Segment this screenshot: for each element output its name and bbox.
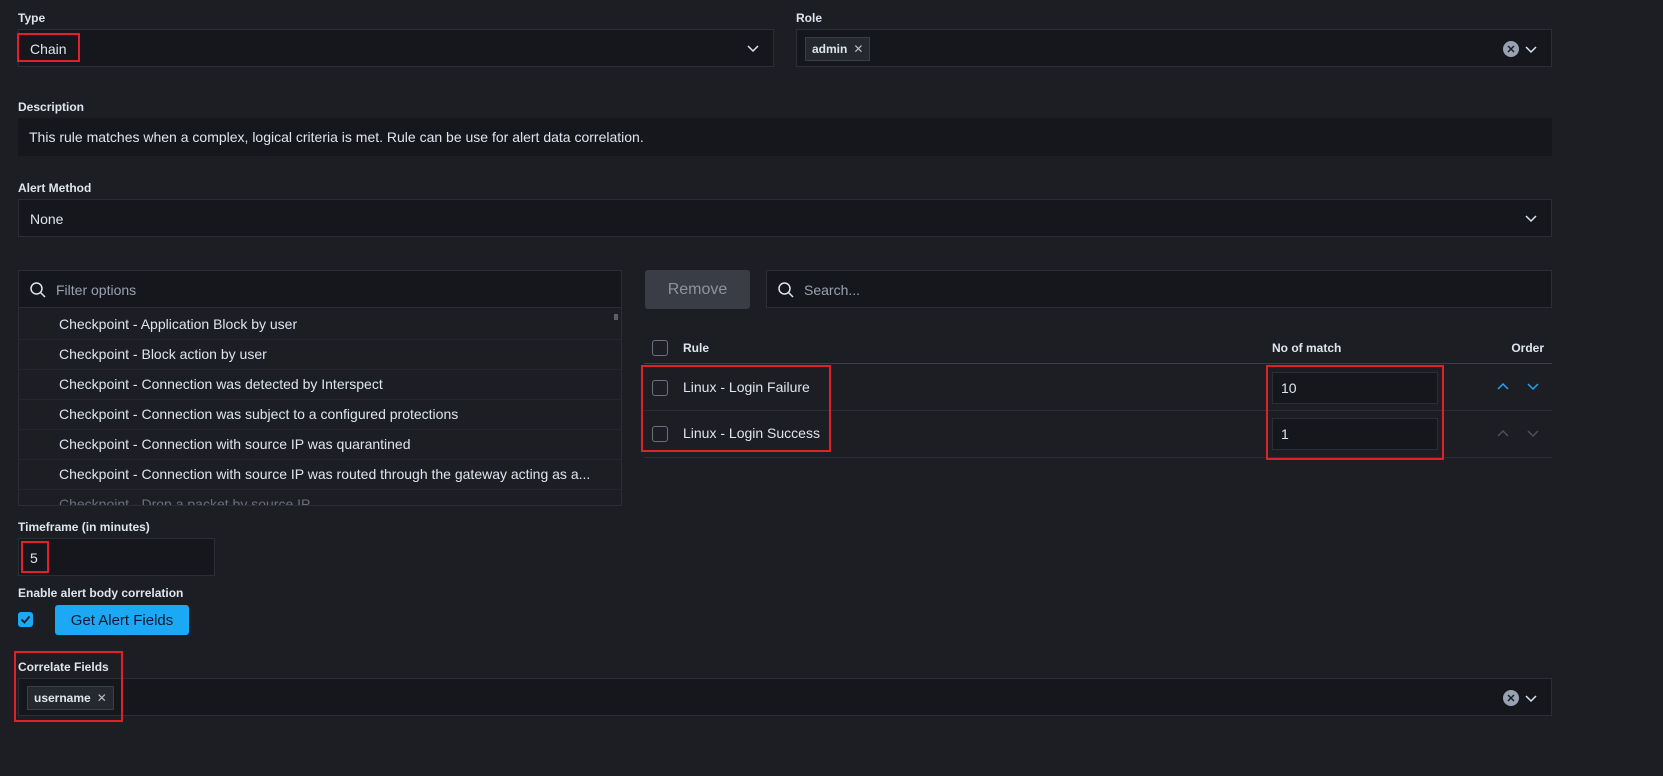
rule-column-header: Rule bbox=[683, 341, 710, 355]
description-field[interactable]: This rule matches when a complex, logica… bbox=[18, 118, 1552, 156]
remove-tag-icon[interactable]: ✕ bbox=[97, 691, 107, 705]
filter-input[interactable]: Filter options bbox=[18, 270, 622, 308]
chevron-down-icon bbox=[1525, 215, 1537, 223]
list-item[interactable]: Checkpoint - Connection with source IP w… bbox=[19, 428, 621, 460]
list-item[interactable]: Checkpoint - Connection was detected by … bbox=[19, 368, 621, 400]
correlate-tag-label: username bbox=[34, 691, 91, 705]
match-count-input[interactable]: 1 bbox=[1272, 418, 1438, 450]
order-column-header: Order bbox=[1511, 341, 1544, 355]
timeframe-input[interactable]: 5 bbox=[18, 538, 215, 576]
table-header: Rule No of match Order bbox=[644, 330, 1552, 364]
chevron-down-icon[interactable] bbox=[1526, 379, 1540, 393]
type-select[interactable]: Chain bbox=[18, 29, 774, 67]
match-count-input[interactable]: 10 bbox=[1272, 372, 1438, 404]
rule-name: Linux - Login Failure bbox=[683, 379, 810, 395]
row-checkbox[interactable] bbox=[652, 426, 668, 442]
clear-icon[interactable]: ✕ bbox=[1503, 690, 1519, 706]
search-input[interactable]: Search... bbox=[766, 270, 1552, 308]
chevron-up-icon[interactable] bbox=[1496, 379, 1510, 393]
timeframe-value: 5 bbox=[30, 550, 38, 566]
type-value: Chain bbox=[30, 41, 67, 57]
list-item[interactable]: Checkpoint - Block action by user bbox=[19, 338, 621, 370]
list-item[interactable]: Checkpoint - Connection with source IP w… bbox=[19, 458, 621, 490]
correlate-fields-combobox[interactable]: username ✕ ✕ bbox=[18, 678, 1552, 716]
filter-placeholder: Filter options bbox=[56, 282, 137, 298]
search-icon bbox=[778, 282, 794, 298]
chevron-down-icon[interactable] bbox=[1523, 690, 1539, 706]
type-label: Type bbox=[18, 11, 46, 25]
scrollbar[interactable] bbox=[614, 314, 618, 320]
chevron-down-icon[interactable] bbox=[1526, 426, 1540, 440]
role-combobox[interactable]: admin ✕ ✕ bbox=[796, 29, 1552, 67]
description-text: This rule matches when a complex, logica… bbox=[29, 129, 644, 145]
chevron-up-icon[interactable] bbox=[1496, 426, 1510, 440]
correlate-tag: username ✕ bbox=[27, 686, 114, 710]
list-item[interactable]: Checkpoint - Drop a packet by source IP bbox=[19, 488, 621, 506]
role-tag: admin ✕ bbox=[805, 37, 871, 61]
alert-method-value: None bbox=[30, 211, 64, 227]
search-placeholder: Search... bbox=[804, 282, 861, 298]
matches-column-header: No of match bbox=[1272, 341, 1342, 355]
role-tag-label: admin bbox=[812, 42, 848, 56]
table-row: Linux - Login Failure 10 bbox=[644, 364, 1552, 411]
clear-icon[interactable]: ✕ bbox=[1503, 41, 1519, 57]
alert-method-select[interactable]: None bbox=[18, 199, 1552, 237]
list-item[interactable]: Checkpoint - Application Block by user bbox=[19, 308, 621, 340]
timeframe-label: Timeframe (in minutes) bbox=[18, 520, 150, 534]
select-all-checkbox[interactable] bbox=[652, 340, 668, 356]
chevron-down-icon[interactable] bbox=[1523, 41, 1539, 57]
checkmark-icon bbox=[20, 615, 31, 624]
list-item[interactable]: Checkpoint - Connection was subject to a… bbox=[19, 398, 621, 430]
options-list[interactable]: Checkpoint - Application Block by user C… bbox=[18, 308, 622, 506]
remove-button[interactable]: Remove bbox=[645, 270, 750, 309]
get-alert-fields-button[interactable]: Get Alert Fields bbox=[55, 605, 189, 635]
body-correlation-checkbox[interactable] bbox=[18, 612, 33, 627]
correlate-fields-label: Correlate Fields bbox=[18, 660, 109, 674]
remove-tag-icon[interactable]: ✕ bbox=[853, 42, 863, 56]
row-checkbox[interactable] bbox=[652, 380, 668, 396]
alert-method-label: Alert Method bbox=[18, 181, 92, 195]
role-label: Role bbox=[796, 11, 823, 25]
chevron-down-icon bbox=[747, 45, 759, 53]
description-label: Description bbox=[18, 100, 85, 114]
body-correlation-label: Enable alert body correlation bbox=[18, 586, 184, 600]
search-icon bbox=[30, 282, 46, 298]
rule-name: Linux - Login Success bbox=[683, 425, 820, 441]
table-row: Linux - Login Success 1 bbox=[644, 411, 1552, 458]
